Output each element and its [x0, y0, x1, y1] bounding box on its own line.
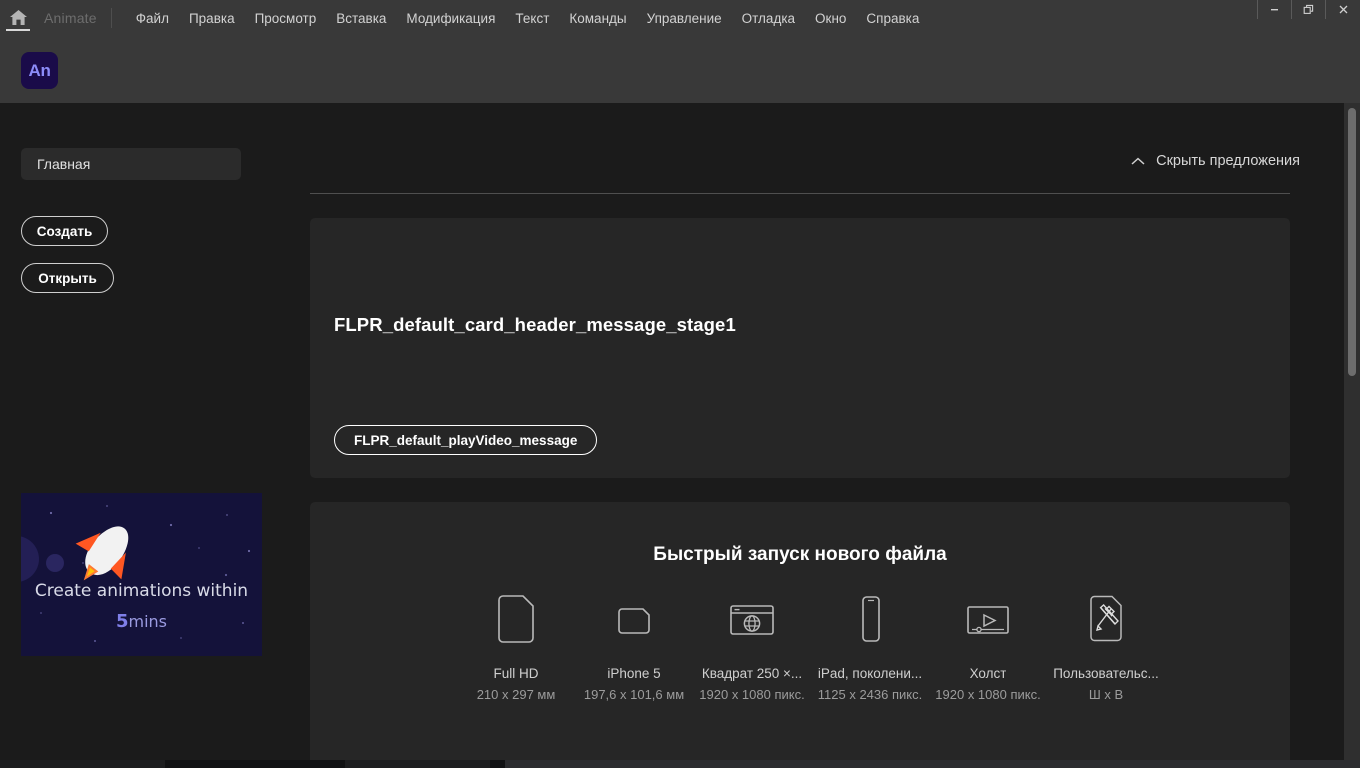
menu-item-list: Файл Правка Просмотр Вставка Модификация…: [126, 7, 930, 30]
quick-start-card: Быстрый запуск нового файла Full HD 210 …: [310, 502, 1290, 760]
animate-start-screen: Animate Файл Правка Просмотр Вставка Мод…: [0, 0, 1360, 768]
create-button[interactable]: Создать: [21, 216, 108, 246]
menu-item-edit[interactable]: Правка: [179, 7, 245, 30]
sidebar: Главная Создать Открыть: [0, 103, 300, 760]
mobile-icon: [855, 592, 885, 646]
taskbar-segment: [505, 760, 1360, 768]
video-icon: [963, 592, 1013, 646]
document-icon: [497, 592, 535, 646]
preset-canvas[interactable]: Холст 1920 x 1080 пикс.: [929, 592, 1047, 702]
promo-line-2: 5mins: [21, 611, 262, 632]
preset-square-250[interactable]: Квадрат 250 ×... 1920 x 1080 пикс.: [693, 592, 811, 702]
open-button[interactable]: Открыть: [21, 263, 114, 293]
app-name-label: Animate: [44, 10, 97, 26]
hide-suggestions-label: Скрыть предложения: [1156, 153, 1300, 169]
custom-icon: [1087, 592, 1125, 646]
vertical-scrollbar-thumb[interactable]: [1348, 108, 1356, 376]
promo-unit: mins: [129, 612, 168, 631]
promo-line-1: Create animations within: [21, 581, 262, 601]
promo-banner[interactable]: Create animations within 5mins: [21, 493, 262, 656]
logo-strip: An: [0, 36, 1360, 103]
preset-size: Ш x В: [1089, 687, 1123, 702]
chevron-up-icon: [1131, 157, 1145, 166]
preset-size: 1920 x 1080 пикс.: [935, 687, 1040, 702]
preset-list: Full HD 210 x 297 мм iPhone 5 197,6 x 10…: [457, 592, 1165, 702]
taskbar-segment: [345, 760, 490, 768]
preset-ipad[interactable]: iPad, поколени... 1125 x 2436 пикс.: [811, 592, 929, 702]
play-video-button[interactable]: FLPR_default_playVideo_message: [334, 425, 597, 455]
menu-item-window[interactable]: Окно: [805, 7, 856, 30]
menu-item-file[interactable]: Файл: [126, 7, 179, 30]
restore-icon: [1303, 4, 1314, 15]
window-controls: [1257, 0, 1360, 19]
promo-message-card: FLPR_default_card_header_message_stage1 …: [310, 218, 1290, 478]
preset-iphone-5[interactable]: iPhone 5 197,6 x 101,6 мм: [575, 592, 693, 702]
phone-wide-icon: [615, 592, 653, 646]
preset-name: Пользовательс...: [1053, 666, 1159, 681]
close-button[interactable]: [1326, 0, 1360, 19]
card-header-message: FLPR_default_card_header_message_stage1: [334, 314, 736, 336]
menu-separator: [111, 8, 112, 28]
menu-item-insert[interactable]: Вставка: [326, 7, 396, 30]
minimize-icon: [1269, 4, 1280, 15]
home-button[interactable]: [0, 0, 36, 36]
menu-item-debug[interactable]: Отладка: [732, 7, 805, 30]
taskbar: [0, 760, 1360, 768]
menu-item-view[interactable]: Просмотр: [245, 7, 327, 30]
menu-item-text[interactable]: Текст: [505, 7, 559, 30]
web-globe-icon: [727, 592, 777, 646]
close-icon: [1338, 4, 1349, 15]
header-divider: [310, 193, 1290, 194]
preset-size: 1125 x 2436 пикс.: [818, 687, 922, 702]
main-body: Главная Создать Открыть: [0, 103, 1360, 760]
menu-item-help[interactable]: Справка: [856, 7, 929, 30]
menu-item-modify[interactable]: Модификация: [396, 7, 505, 30]
taskbar-segment: [0, 760, 165, 768]
preset-full-hd[interactable]: Full HD 210 x 297 мм: [457, 592, 575, 702]
content-column: Скрыть предложения FLPR_default_card_hea…: [300, 103, 1360, 760]
preset-size: 1920 x 1080 пикс.: [699, 687, 804, 702]
preset-name: iPad, поколени...: [818, 666, 922, 681]
menu-bar: Animate Файл Правка Просмотр Вставка Мод…: [0, 0, 1360, 36]
home-active-underline: [6, 29, 30, 31]
hide-suggestions-toggle[interactable]: Скрыть предложения: [1131, 153, 1300, 169]
preset-size: 210 x 297 мм: [477, 687, 556, 702]
menu-item-control[interactable]: Управление: [637, 7, 732, 30]
preset-name: Холст: [970, 666, 1007, 681]
home-icon: [9, 9, 28, 26]
preset-size: 197,6 x 101,6 мм: [584, 687, 684, 702]
preset-custom[interactable]: Пользовательс... Ш x В: [1047, 592, 1165, 702]
restore-button[interactable]: [1292, 0, 1326, 19]
sidebar-item-home[interactable]: Главная: [21, 148, 241, 180]
menu-item-commands[interactable]: Команды: [559, 7, 636, 30]
minimize-button[interactable]: [1258, 0, 1292, 19]
preset-name: Квадрат 250 ×...: [702, 666, 802, 681]
animate-logo: An: [21, 52, 58, 89]
preset-name: Full HD: [493, 666, 538, 681]
promo-number: 5: [116, 611, 129, 632]
preset-name: iPhone 5: [607, 666, 660, 681]
quick-start-title: Быстрый запуск нового файла: [310, 544, 1290, 566]
